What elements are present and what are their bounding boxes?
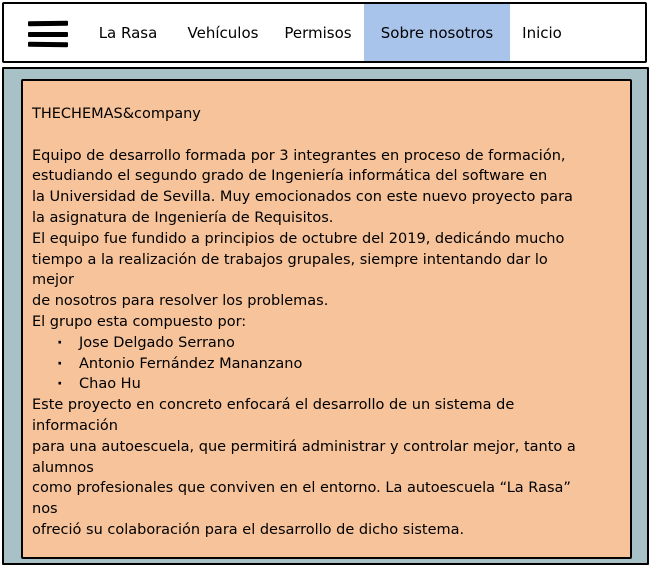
closing-line: información bbox=[32, 417, 118, 434]
nav-item-inicio[interactable]: Inicio bbox=[516, 4, 568, 61]
nav-item-la-rasa[interactable]: La Rasa bbox=[90, 4, 166, 61]
about-line: tiempo a la realización de trabajos grup… bbox=[32, 251, 548, 268]
member-item: Jose Delgado Serrano bbox=[32, 333, 627, 354]
about-line: la Universidad de Sevilla. Muy emocionad… bbox=[32, 189, 573, 206]
nav-item-sobre-nosotros[interactable]: Sobre nosotros bbox=[364, 4, 510, 61]
closing-line: alumnos bbox=[32, 459, 94, 476]
about-line: de nosotros para resolver los problemas. bbox=[32, 293, 329, 310]
members-list: Jose Delgado Serrano Antonio Fernández M… bbox=[32, 333, 627, 395]
about-line: Equipo de desarrollo formada por 3 integ… bbox=[32, 147, 566, 164]
hamburger-bar bbox=[27, 20, 69, 27]
about-line: El grupo esta compuesto por: bbox=[32, 313, 247, 330]
nav-item-permisos[interactable]: Permisos bbox=[276, 4, 360, 61]
member-item: Antonio Fernández Mananzano bbox=[32, 354, 627, 375]
about-line: mejor bbox=[32, 272, 74, 289]
hamburger-bar bbox=[27, 41, 69, 48]
closing-line: ofreció su colaboración para el desarrol… bbox=[32, 521, 465, 538]
about-line: la asignatura de Ingeniería de Requisito… bbox=[32, 209, 334, 226]
content-panel: THECHEMAS&company Equipo de desarrollo f… bbox=[2, 67, 649, 565]
closing-line: nos bbox=[32, 501, 58, 518]
closing-line: como profesionales que conviven en el en… bbox=[32, 480, 571, 497]
about-line: El equipo fue fundido a principios de oc… bbox=[32, 230, 565, 247]
hamburger-bar bbox=[28, 31, 68, 37]
about-card: THECHEMAS&company Equipo de desarrollo f… bbox=[21, 79, 632, 559]
about-line: estudiando el segundo grado de Ingenierí… bbox=[32, 168, 548, 185]
closing-line: Este proyecto en concreto enfocará el de… bbox=[32, 397, 515, 414]
hamburger-menu-icon[interactable] bbox=[27, 20, 69, 48]
top-navbar: La Rasa Vehículos Permisos Sobre nosotro… bbox=[2, 2, 647, 63]
about-text: THECHEMAS&company Equipo de desarrollo f… bbox=[32, 104, 627, 541]
company-name: THECHEMAS&company bbox=[32, 106, 201, 122]
nav-item-vehiculos[interactable]: Vehículos bbox=[180, 4, 266, 61]
member-item: Chao Hu bbox=[32, 374, 627, 395]
closing-line: para una autoescuela, que permitirá admi… bbox=[32, 438, 576, 455]
